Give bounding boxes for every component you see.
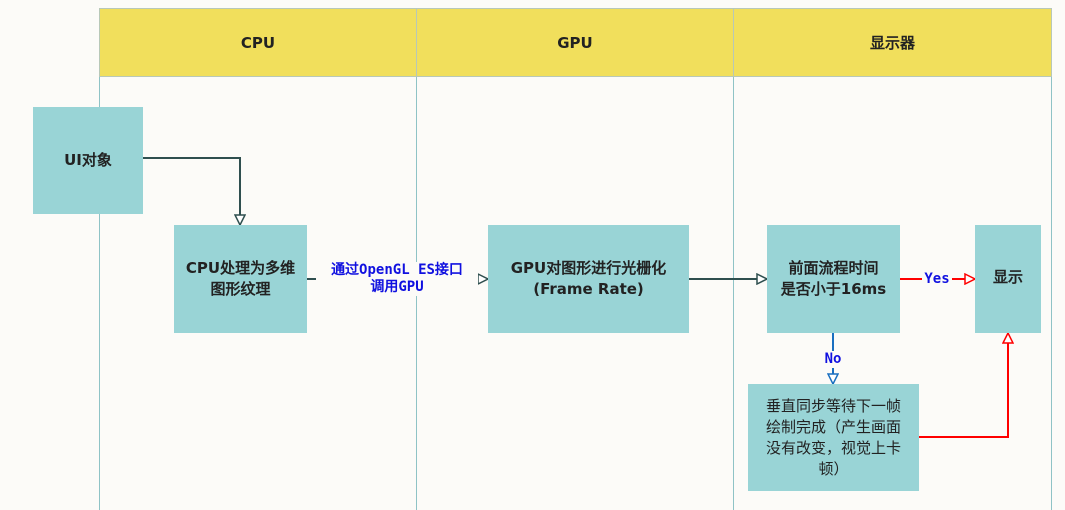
edge-label-opengl: 通过OpenGL ES接口 调用GPU [316, 262, 478, 296]
node-label: GPU对图形进行光栅化 [510, 259, 667, 277]
edge-ui-to-cpu [143, 157, 240, 225]
node-label: CPU处理为多维图形纹理 [185, 259, 296, 298]
node-gpu-raster: GPU对图形进行光栅化 (Frame Rate) [488, 225, 689, 333]
node-label: 前面流程时间 [788, 259, 879, 277]
edge-label-no: No [821, 351, 845, 368]
edge-label-line: 通过OpenGL ES接口 [331, 262, 463, 278]
node-label: 显示 [992, 268, 1023, 286]
node-decision: 前面流程时间 是否小于16ms [767, 225, 900, 333]
node-label: 是否小于16ms [780, 280, 887, 298]
node-cpu-process: CPU处理为多维图形纹理 [174, 225, 307, 333]
edge-label-line: 调用GPU [370, 279, 424, 295]
node-ui-object: UI对象 [33, 107, 143, 214]
node-sublabel: (Frame Rate) [533, 280, 644, 298]
node-vsync: 垂直同步等待下一帧绘制完成（产生画面没有改变，视觉上卡顿） [748, 384, 919, 491]
node-show: 显示 [975, 225, 1041, 333]
edge-vsync-to-show [919, 333, 1008, 438]
node-label: UI对象 [64, 151, 112, 169]
edge-label-yes: Yes [922, 271, 952, 288]
node-label: 垂直同步等待下一帧绘制完成（产生画面没有改变，视觉上卡顿） [765, 396, 901, 478]
